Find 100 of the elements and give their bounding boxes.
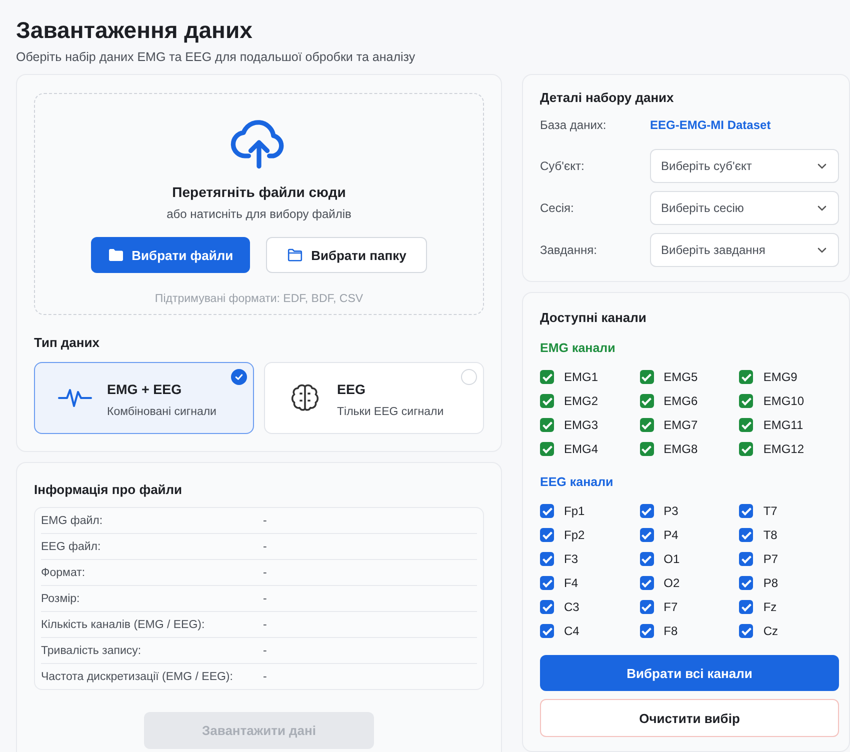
info-label: Розмір:: [41, 592, 81, 604]
channel-name: P8: [763, 576, 778, 590]
info-value: -: [263, 618, 267, 630]
channel-checkbox[interactable]: [540, 600, 554, 614]
drop-heading: Перетягніть файли сюди: [172, 184, 346, 200]
channel-checkbox[interactable]: [640, 552, 654, 566]
data-type-option[interactable]: EMG + EEG Комбіновані сигнали: [34, 362, 254, 434]
select-all-channels-button[interactable]: Вибрати всі канали: [540, 655, 839, 691]
option-subtitle: Комбіновані сигнали: [107, 406, 216, 418]
select-field[interactable]: Виберіть завдання: [650, 233, 839, 267]
channel-name: O2: [664, 576, 680, 590]
info-value: -: [263, 514, 267, 526]
option-title: EMG + EEG: [107, 382, 183, 397]
channel-checkbox[interactable]: [540, 552, 554, 566]
channel-checkbox[interactable]: [640, 370, 654, 384]
channel-checkbox[interactable]: [640, 442, 654, 456]
drop-zone[interactable]: Перетягніть файли сюди або натисніть для вибору файлів Вибрати файли Вибрати папку Підтримувані формати: EDF, BDF, CSV: [34, 93, 484, 315]
channel-name: Cz: [763, 624, 778, 638]
channel-checkbox[interactable]: [540, 528, 554, 542]
channel-checkbox[interactable]: [540, 442, 554, 456]
channel-checkbox[interactable]: [739, 504, 754, 518]
channel-name: F8: [664, 624, 678, 638]
info-label: Кількість каналів (EMG / EEG):: [41, 618, 206, 630]
info-label: Частота дискретизації (EMG / EEG):: [41, 670, 234, 682]
option-title: EEG: [337, 382, 367, 397]
select-field[interactable]: Виберіть сесію: [650, 191, 839, 225]
data-type-option[interactable]: EEG Тільки EEG сигнали: [264, 362, 484, 434]
channel-checkbox[interactable]: [739, 370, 754, 384]
channel-checkbox[interactable]: [640, 600, 654, 614]
channel-name: EMG5: [664, 370, 698, 384]
channel-name: EMG3: [564, 418, 598, 432]
channel-checkbox[interactable]: [540, 394, 554, 408]
info-label: Формат:: [41, 566, 86, 578]
channel-checkbox[interactable]: [640, 394, 654, 408]
channel-name: EMG9: [763, 370, 798, 384]
folder-icon: [108, 248, 124, 262]
channel-checkbox[interactable]: [540, 624, 554, 638]
card-title: Доступні канали: [540, 310, 646, 325]
database-value: EEG-EMG-MI Dataset: [650, 118, 771, 132]
channel-checkbox[interactable]: [640, 576, 654, 590]
channel-checkbox[interactable]: [739, 600, 754, 614]
info-value: -: [263, 540, 267, 552]
channel-checkbox[interactable]: [739, 442, 754, 456]
channel-name: EMG2: [564, 394, 598, 408]
channel-checkbox[interactable]: [739, 576, 754, 590]
field-label: Сесія:: [540, 201, 575, 215]
channel-name: EMG7: [664, 418, 698, 432]
check-circle-icon: [231, 369, 247, 385]
choose-files-button[interactable]: Вибрати файли: [90, 237, 250, 273]
channel-checkbox[interactable]: [739, 418, 754, 432]
channel-name: C4: [564, 624, 580, 638]
field-label: Завдання:: [540, 243, 598, 257]
section-label: Тип даних: [34, 335, 100, 350]
info-value: -: [263, 670, 267, 682]
channel-name: O1: [664, 552, 680, 566]
channel-checkbox[interactable]: [739, 394, 754, 408]
info-label: Тривалість запису:: [41, 644, 142, 656]
channel-checkbox[interactable]: [640, 418, 654, 432]
info-label: EMG файл:: [41, 514, 104, 526]
channel-name: EMG4: [564, 442, 598, 456]
channel-name: EMG8: [664, 442, 698, 456]
channel-checkbox[interactable]: [739, 624, 754, 638]
channel-name: F4: [564, 576, 578, 590]
channel-name: EMG1: [564, 370, 598, 384]
channel-checkbox[interactable]: [540, 576, 554, 590]
choose-folder-button[interactable]: Вибрати папку: [266, 237, 428, 273]
channel-name: EMG6: [664, 394, 698, 408]
channel-name: Fp1: [564, 504, 585, 518]
option-subtitle: Тільки EEG сигнали: [337, 406, 444, 418]
channel-name: T8: [763, 528, 778, 542]
field-label: Суб'єкт:: [540, 159, 586, 173]
radio-circle: [461, 369, 477, 385]
card-title: Інформація про файли: [34, 482, 182, 497]
folder-icon: [287, 248, 304, 262]
channel-checkbox[interactable]: [540, 418, 554, 432]
channel-group-label: EEG канали: [540, 475, 614, 489]
channel-name: Fp2: [564, 528, 585, 542]
info-value: -: [263, 566, 267, 578]
channel-checkbox[interactable]: [540, 504, 554, 518]
supported-formats: Підтримувані формати: EDF, BDF, CSV: [154, 293, 364, 305]
channel-checkbox[interactable]: [540, 370, 554, 384]
channel-checkbox[interactable]: [640, 624, 654, 638]
select-field[interactable]: Виберіть суб'єкт: [650, 149, 839, 183]
channel-checkbox[interactable]: [640, 528, 654, 542]
channel-name: EMG10: [763, 394, 804, 408]
channel-name: F7: [664, 600, 678, 614]
channel-checkbox[interactable]: [739, 528, 754, 542]
drop-hint: або натисніть для вибору файлів: [166, 207, 352, 221]
clear-selection-button[interactable]: Очистити вибір: [540, 699, 839, 737]
channel-name: P3: [664, 504, 678, 518]
channel-name: F3: [564, 552, 578, 566]
card-title: Деталі набору даних: [540, 90, 674, 105]
channel-name: EMG11: [763, 418, 804, 432]
channel-name: T7: [763, 504, 778, 518]
channel-checkbox[interactable]: [739, 552, 754, 566]
channel-checkbox[interactable]: [640, 504, 654, 518]
field-label: База даних:: [540, 118, 608, 132]
page-title: Завантаження даних: [16, 16, 252, 44]
info-label: EEG файл:: [41, 540, 102, 552]
channel-name: C3: [564, 600, 580, 614]
